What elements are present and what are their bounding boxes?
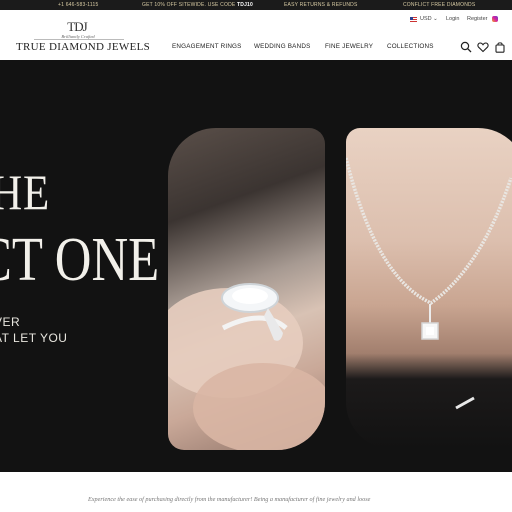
announcement-bar: +1 646-583-1115 GET 10% OFF SITEWIDE. US…	[0, 0, 512, 10]
returns-text: EASY RETURNS & REFUNDS	[284, 2, 358, 8]
hero-subheading-line-2: AT LET YOU	[0, 331, 68, 345]
intro-text: Experience the ease of purchasing direct…	[88, 496, 371, 503]
nav-wedding-bands[interactable]: WEDDING BANDS	[254, 43, 310, 50]
hero-banner: THE CT ONE VER AT LET YOU	[0, 60, 512, 472]
search-icon[interactable]	[460, 41, 472, 53]
instagram-icon[interactable]	[492, 16, 498, 22]
bag-icon[interactable]	[494, 41, 506, 53]
conflict-free-text: CONFLICT FREE DIAMONDS	[403, 2, 476, 8]
promo-text: GET 10% OFF SITEWIDE. USE CODE TDJ10	[142, 2, 253, 8]
site-header: TDJ Brilliantly Crafted TRUE DIAMOND JEW…	[0, 10, 512, 60]
heart-icon[interactable]	[477, 41, 489, 53]
register-link[interactable]: Register	[467, 16, 487, 22]
us-flag-icon	[410, 17, 417, 22]
currency-selector[interactable]: USD ⌄	[420, 16, 438, 22]
logo-wordmark: TRUE DIAMOND JEWELS	[16, 41, 151, 53]
promo-prefix: GET 10% OFF SITEWIDE. USE CODE	[142, 2, 236, 8]
phone-number[interactable]: +1 646-583-1115	[58, 2, 99, 8]
hero-heading-line-2: CT ONE	[0, 226, 160, 294]
login-link[interactable]: Login	[446, 16, 459, 22]
promo-code: TDJ10	[237, 2, 254, 8]
necklace-image	[346, 128, 512, 450]
nav-fine-jewelry[interactable]: FINE JEWELRY	[325, 43, 373, 50]
ring-image	[168, 128, 325, 450]
logo-monogram: TDJ	[67, 19, 87, 34]
intro-section: Experience the ease of purchasing direct…	[0, 472, 512, 512]
nav-collections[interactable]: COLLECTIONS	[387, 43, 434, 50]
hero-subheading: VER AT LET YOU	[0, 314, 67, 346]
logo-divider	[34, 39, 124, 40]
currency-label: USD	[420, 16, 432, 22]
chevron-down-icon: ⌄	[433, 16, 438, 22]
nav-engagement-rings[interactable]: ENGAGEMENT RINGS	[172, 43, 242, 50]
hero-subheading-line-1: VER	[0, 315, 21, 329]
hero-heading-line-1: THE	[0, 164, 51, 220]
